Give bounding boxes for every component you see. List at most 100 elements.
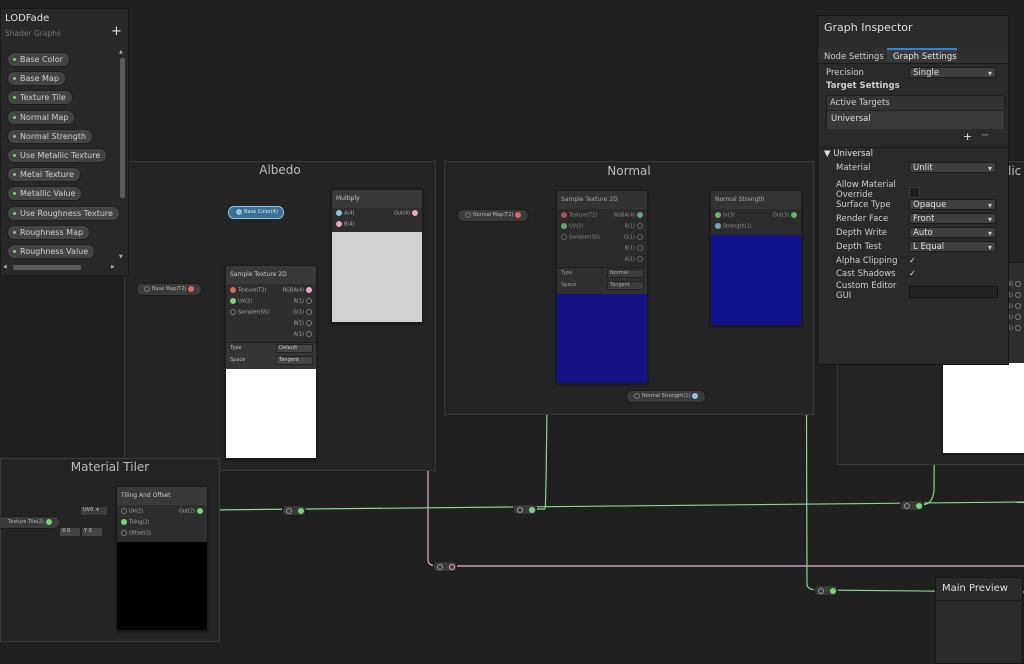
tab-graph-settings-label: Graph Settings bbox=[893, 52, 957, 62]
setting-label: Cast Shadows bbox=[836, 269, 896, 279]
offset-y-field[interactable]: Y 0 bbox=[81, 527, 103, 537]
setting-checkbox[interactable]: ✓ bbox=[909, 269, 918, 278]
sample-texture-normal-node[interactable]: Sample Texture 2D Texture(T2) UV(2) Samp… bbox=[556, 190, 648, 384]
tiling-out[interactable]: Out(2) bbox=[179, 508, 205, 515]
setting-dropdown[interactable]: Front bbox=[909, 213, 996, 225]
reroute-node[interactable] bbox=[513, 504, 537, 515]
sample-albedo-in-sampler[interactable]: Sampler(SS) bbox=[228, 309, 269, 316]
normal-strength-node[interactable]: Normal Strength In(3) Strength(1) Out(3) bbox=[710, 190, 802, 326]
sample-normal-type-dropdown[interactable]: Normal bbox=[607, 269, 644, 278]
horizontal-scroll-thumb[interactable] bbox=[13, 265, 81, 270]
blackboard-property-item[interactable]: Metallic Value bbox=[7, 186, 83, 202]
scroll-left-icon[interactable]: ◀ bbox=[3, 264, 7, 270]
sample-albedo-out-r[interactable]: R(1) bbox=[293, 298, 314, 305]
sample-albedo-out-r-label: R(1) bbox=[293, 298, 304, 305]
tiling-in-uv[interactable]: UV(2) bbox=[119, 508, 143, 515]
setting-dropdown[interactable]: L Equal bbox=[909, 241, 996, 253]
uv-channel-dropdown[interactable]: UV0 ▾ bbox=[80, 506, 108, 516]
setting-dropdown[interactable]: Unlit bbox=[909, 162, 996, 174]
multiply-out-label: Out(4) bbox=[393, 210, 410, 217]
sample-normal-out-g[interactable]: G(1) bbox=[624, 234, 645, 241]
reroute-node[interactable] bbox=[814, 585, 838, 596]
sample-normal-space-dropdown[interactable]: Tangent bbox=[607, 281, 644, 290]
target-settings-heading: Target Settings bbox=[826, 81, 900, 91]
horizontal-scrollbar[interactable]: ◀ ▶ bbox=[3, 264, 117, 271]
texture-tile-property-node[interactable]: Texture Tile(2) bbox=[0, 516, 60, 529]
blackboard-property-item[interactable]: Roughness Value bbox=[7, 244, 96, 259]
sample-normal-out-rgba[interactable]: RGBA(4) bbox=[614, 212, 645, 219]
sample-normal-out-r[interactable]: R(1) bbox=[624, 223, 645, 230]
blackboard-property-item[interactable]: Texture Tile bbox=[7, 90, 73, 106]
scroll-up-icon[interactable]: ▲ bbox=[119, 49, 123, 55]
sample-albedo-out-a[interactable]: A(1) bbox=[293, 331, 314, 338]
vertical-scroll-thumb[interactable] bbox=[120, 58, 125, 198]
normal-strength-property-node[interactable]: Normal Strength(1) bbox=[626, 390, 707, 403]
multiply-node[interactable]: Multiply A(4) B(4) Out(4) bbox=[331, 189, 423, 323]
inspector-title: Graph Inspector bbox=[824, 21, 913, 34]
setting-dropdown[interactable]: Auto bbox=[909, 227, 996, 239]
sample-normal-in-texture[interactable]: Texture(T2) bbox=[559, 212, 597, 219]
normal-map-property-node[interactable]: Normal Map(T2) bbox=[457, 209, 530, 222]
blackboard-property-item[interactable]: Normal Map bbox=[7, 109, 76, 125]
normal-strength-title: Normal Strength bbox=[711, 191, 801, 209]
multiply-out[interactable]: Out(4) bbox=[394, 210, 420, 217]
blackboard-property-item[interactable]: Base Color bbox=[7, 52, 70, 67]
graph-inspector-panel[interactable]: Graph Inspector Node Settings Graph Sett… bbox=[817, 15, 1009, 365]
setting-checkbox[interactable]: ✓ bbox=[909, 256, 918, 265]
sample-albedo-in-uv-label: UV(2) bbox=[238, 298, 253, 305]
base-color-property-node[interactable]: Base Color(4) bbox=[228, 206, 284, 219]
precision-dropdown[interactable]: Single bbox=[909, 67, 996, 79]
tab-graph-settings[interactable]: Graph Settings bbox=[887, 48, 957, 62]
tiling-in-tiling[interactable]: Tiling(2) bbox=[119, 519, 150, 526]
universal-section-header[interactable]: ▼ Universal bbox=[824, 149, 873, 159]
tiling-in-offset[interactable]: Offset(2) bbox=[119, 530, 151, 537]
multiply-in-a[interactable]: A(4) bbox=[334, 210, 355, 217]
tab-node-settings[interactable]: Node Settings bbox=[824, 52, 884, 62]
blackboard-property-item[interactable]: Normal Strength bbox=[7, 128, 94, 144]
sample-albedo-type-dropdown[interactable]: Default bbox=[276, 344, 313, 353]
sample-albedo-space-dropdown[interactable]: Tangent bbox=[276, 356, 313, 365]
base-map-property-node[interactable]: Base Map(T2) bbox=[136, 283, 203, 296]
add-property-button[interactable]: + bbox=[111, 24, 122, 39]
multiply-in-b[interactable]: B(4) bbox=[334, 221, 355, 228]
normal-strength-out[interactable]: Out(3) bbox=[773, 212, 799, 219]
offset-x-field[interactable]: X 0 bbox=[59, 527, 81, 537]
sample-albedo-in-texture[interactable]: Texture(T2) bbox=[228, 287, 266, 294]
main-preview-panel[interactable]: Main Preview bbox=[935, 577, 1023, 664]
blackboard-property-item[interactable]: Metal Texture bbox=[7, 167, 81, 183]
sample-albedo-out-b[interactable]: B(1) bbox=[293, 320, 314, 327]
normal-strength-in[interactable]: In(3) bbox=[713, 212, 735, 219]
blackboard-title: LODFade bbox=[5, 13, 50, 24]
sample-normal-in-sampler[interactable]: Sampler(SS) bbox=[559, 234, 600, 241]
sample-albedo-in-uv[interactable]: UV(2) bbox=[228, 298, 252, 305]
active-targets-list[interactable]: Active Targets Universal bbox=[826, 95, 1005, 129]
reroute-node[interactable] bbox=[433, 561, 457, 572]
multiply-in-a-label: A(4) bbox=[344, 210, 355, 217]
add-target-button[interactable]: + bbox=[963, 130, 972, 143]
sample-albedo-preview bbox=[226, 369, 316, 458]
sample-normal-preview bbox=[557, 294, 647, 383]
tiling-and-offset-node[interactable]: Tiling And Offset UV(2) Tiling(2) Offset… bbox=[116, 486, 208, 631]
scroll-down-icon[interactable]: ▼ bbox=[119, 254, 123, 260]
vertical-scrollbar[interactable]: ▲ ▼ bbox=[119, 49, 126, 263]
blackboard-property-item[interactable]: Use Roughness Texture bbox=[7, 205, 120, 221]
sample-texture-albedo-node[interactable]: Sample Texture 2D Texture(T2) UV(2) Samp… bbox=[225, 265, 317, 459]
sample-normal-out-b[interactable]: B(1) bbox=[624, 245, 645, 252]
blackboard-property-item[interactable]: Use Metallic Texture bbox=[7, 148, 108, 163]
sample-normal-in-uv[interactable]: UV(2) bbox=[559, 223, 583, 230]
normal-strength-strength[interactable]: Strength(1) bbox=[713, 223, 752, 230]
scroll-right-icon[interactable]: ▶ bbox=[111, 264, 115, 270]
blackboard-panel[interactable]: LODFade Shader Graphs + Base Color Base M… bbox=[0, 8, 129, 276]
setting-dropdown[interactable]: Opaque bbox=[909, 199, 996, 211]
custom-editor-gui-field[interactable] bbox=[909, 286, 998, 298]
remove-target-button[interactable]: − bbox=[981, 130, 989, 141]
setting-checkbox[interactable] bbox=[909, 187, 920, 198]
reroute-node[interactable] bbox=[900, 500, 924, 511]
sample-albedo-out-g[interactable]: G(1) bbox=[293, 309, 314, 316]
blackboard-property-item[interactable]: Base Map bbox=[7, 71, 66, 87]
reroute-node[interactable] bbox=[282, 505, 306, 516]
sample-normal-out-a[interactable]: A(1) bbox=[624, 256, 645, 263]
blackboard-property-item[interactable]: Roughness Map bbox=[7, 224, 91, 240]
sample-albedo-out-rgba[interactable]: RGBA(4) bbox=[283, 287, 314, 294]
target-item-universal[interactable]: Universal bbox=[831, 114, 871, 124]
